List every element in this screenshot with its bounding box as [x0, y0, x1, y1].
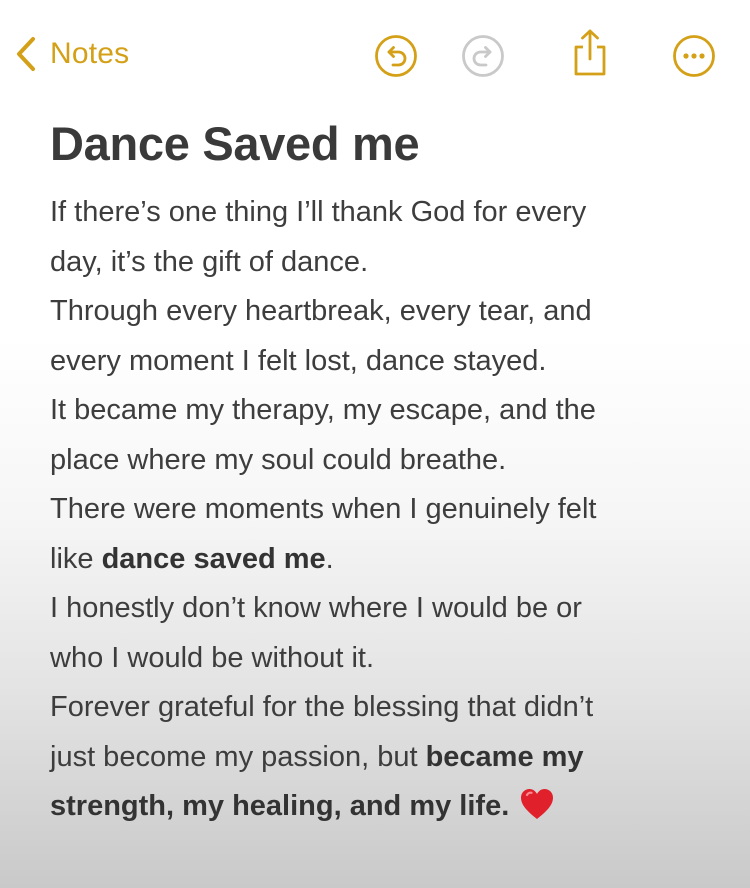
more-button[interactable]: [672, 34, 716, 78]
back-label: Notes: [50, 37, 130, 70]
note-text: just become my passion, but: [50, 740, 426, 773]
chevron-left-icon: [17, 37, 35, 71]
note-content[interactable]: Dance Saved me If there’s one thing I’ll…: [50, 112, 730, 838]
share-button[interactable]: [568, 28, 612, 78]
red-heart-icon: [519, 787, 555, 838]
note-line: just become my passion, but became my: [50, 733, 730, 783]
undo-button[interactable]: [374, 34, 418, 78]
note-line: It became my therapy, my escape, and the: [50, 394, 596, 426]
note-line: who I would be without it.: [50, 641, 375, 674]
note-line: strength, my healing, and my life.: [50, 782, 730, 838]
note-line: place where my soul could breathe.: [50, 443, 507, 476]
note-title[interactable]: Dance Saved me: [50, 112, 730, 176]
note-line: like dance saved me.: [50, 535, 730, 585]
undo-icon: [375, 35, 417, 77]
bold-text: strength, my healing, and my life.: [50, 790, 510, 822]
bold-text: became my: [425, 740, 584, 773]
note-text: .: [325, 542, 334, 575]
more-icon: [673, 35, 715, 77]
redo-icon: [462, 35, 504, 77]
note-line: I honestly don’t know where I would be o…: [50, 592, 582, 624]
note-line: Through every heartbreak, every tear, an…: [50, 295, 592, 327]
note-text: like: [50, 542, 102, 575]
note-line: If there’s one thing I’ll thank God for …: [50, 196, 587, 228]
note-line: Forever grateful for the blessing that d…: [50, 691, 594, 723]
note-body[interactable]: If there’s one thing I’ll thank God for …: [50, 188, 730, 838]
note-line: day, it’s the gift of dance.: [50, 245, 369, 278]
note-line: There were moments when I genuinely felt: [50, 493, 597, 525]
navigation-bar: Notes: [0, 0, 750, 110]
share-icon: [574, 29, 606, 76]
note-line: every moment I felt lost, dance stayed.: [50, 344, 547, 377]
redo-button[interactable]: [461, 34, 505, 78]
bold-text: dance saved me: [101, 542, 326, 575]
back-button[interactable]: Notes: [16, 34, 129, 74]
